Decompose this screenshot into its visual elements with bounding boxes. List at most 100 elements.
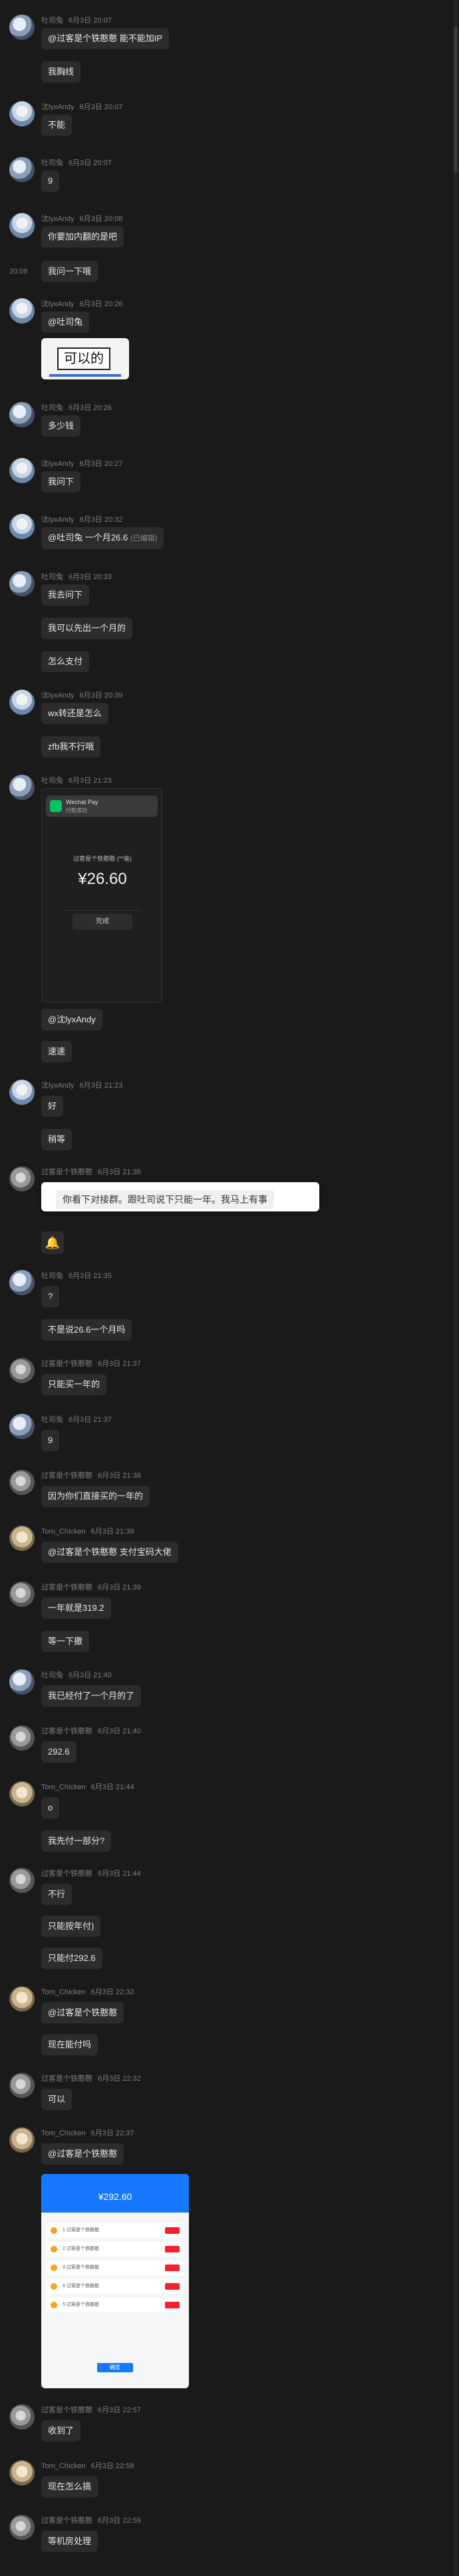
bell-icon[interactable]: 🔔 (41, 1231, 64, 1254)
message-bubble[interactable]: 稍等 (41, 1129, 73, 1150)
message-bubble[interactable]: 不行 (41, 1884, 73, 1905)
message-bubble[interactable]: ? (41, 1286, 60, 1307)
sender-name: 吐司兔 (41, 159, 63, 167)
avatar[interactable] (9, 1414, 35, 1439)
avatar[interactable] (9, 1470, 35, 1495)
message-bubble[interactable]: 可以 (41, 2089, 73, 2110)
message-bubble[interactable]: @过客是个铁憨憨 支付宝码大佬 (41, 1542, 178, 1563)
message-meta: Tom_Chicken 6月3日 22:32 (41, 1986, 134, 1997)
avatar[interactable] (9, 2404, 35, 2430)
sender-name: Tom_Chicken (41, 1528, 86, 1536)
edited-tag: (已编辑) (130, 535, 158, 542)
avatar[interactable] (9, 2515, 35, 2540)
message-bubble[interactable]: 我胸线 (41, 61, 81, 83)
message-time: 6月3日 22:57 (98, 2406, 141, 2414)
message-bubble[interactable]: 只能付292.6 (41, 1948, 102, 1969)
message-bubble[interactable]: 现在能付吗 (41, 2034, 98, 2055)
message-meta: 吐司兔 6月3日 21:23 (41, 775, 112, 785)
message-time: 6月3日 21:37 (98, 1360, 141, 1368)
message-bubble[interactable]: 速速 (41, 1041, 73, 1062)
message-bubble[interactable]: 多少钱 (41, 415, 81, 437)
message-bubble[interactable]: 我去问下 (41, 584, 90, 606)
message-bubble[interactable]: 一年就是319.2 (41, 1598, 111, 1619)
message-bubble[interactable]: 我问一下哦 (41, 261, 98, 282)
message-bubble[interactable]: 不能 (41, 114, 73, 136)
sender-name: Tom_Chicken (41, 1988, 86, 1996)
message-meta: 过客是个铁憨憨 6月3日 21:37 (41, 1358, 141, 1369)
message-bubble[interactable]: 因为你们直接买的一年的 (41, 1486, 150, 1507)
message-bubble[interactable]: 怎么支付 (41, 651, 90, 672)
avatar[interactable] (9, 514, 35, 539)
avatar[interactable] (9, 458, 35, 483)
message-bubble[interactable]: o (41, 1797, 60, 1819)
avatar[interactable] (9, 1080, 35, 1105)
avatar[interactable] (9, 402, 35, 427)
sender-name: 吐司兔 (41, 1272, 63, 1280)
row-status-tag (165, 2264, 180, 2271)
notification-subtitle: 付款成功 (66, 807, 87, 813)
message-bubble[interactable]: 不是说26.6一个月吗 (41, 1319, 132, 1341)
message-bubble[interactable]: 9 (41, 1430, 60, 1451)
avatar[interactable] (9, 101, 35, 126)
message-bubble[interactable]: @过客是个铁憨憨 能不能加IP (41, 28, 170, 49)
message-bubble[interactable]: @吐司兔 (41, 312, 90, 333)
message-bubble[interactable]: 我已经付了一个月的了 (41, 1685, 142, 1707)
message-meta: 过客是个铁憨憨 6月3日 21:39 (41, 1582, 141, 1592)
sender-name: 过客是个铁憨憨 (41, 1727, 92, 1735)
message-bubble[interactable]: wx转还是怎么 (41, 703, 108, 724)
message-bubble[interactable]: 等机房处理 (41, 2531, 98, 2552)
avatar[interactable] (9, 157, 35, 182)
avatar[interactable] (9, 1582, 35, 1607)
avatar[interactable] (9, 1669, 35, 1695)
avatar[interactable] (9, 1781, 35, 1807)
avatar[interactable] (9, 2073, 35, 2098)
message-bubble[interactable]: 你要加内翻的是吧 (41, 226, 124, 248)
payee-name: 过客是个铁憨憨 (**毫) (73, 855, 132, 862)
message-time: 6月3日 21:35 (69, 1272, 112, 1280)
message-bubble[interactable]: @吐司兔 一个月26.6 (已编辑) (41, 527, 164, 549)
chat-scrollbar-thumb[interactable] (454, 27, 458, 173)
message-bubble[interactable]: 我问下 (41, 471, 81, 493)
quoted-message-card[interactable]: 你看下对接群。跟吐司说下只能一年。我马上有事 (41, 1182, 319, 1211)
message-bubble[interactable]: @沈lyxAndy (41, 1009, 102, 1030)
avatar[interactable] (9, 775, 35, 800)
message-bubble[interactable]: 292.6 (41, 1741, 76, 1763)
message-time: 6月3日 21:23 (79, 1082, 123, 1090)
avatar[interactable] (9, 571, 35, 596)
message-meta: 过客是个铁憨憨 6月3日 21:44 (41, 1868, 141, 1878)
avatar[interactable] (9, 15, 35, 40)
message-bubble[interactable]: 我可以先出一个月的 (41, 618, 133, 639)
avatar[interactable] (9, 1725, 35, 1751)
avatar[interactable] (9, 213, 35, 238)
avatar[interactable] (9, 1270, 35, 1295)
message-bubble[interactable]: 好 (41, 1096, 64, 1117)
chat-scrollbar-track[interactable] (454, 0, 458, 2576)
avatar[interactable] (9, 2127, 35, 2153)
message-bubble[interactable]: 等一下撒 (41, 1631, 90, 1652)
payment-screenshot-2[interactable]: ¥292.60 1 过客是个铁憨憨 2 过客是个铁憨憨 3 过客是个铁憨憨 4 过客是… (41, 2174, 189, 2388)
message-time: 6月3日 21:23 (69, 777, 112, 785)
message-meta: 吐司兔 6月3日 21:37 (41, 1414, 112, 1424)
avatar[interactable] (9, 1526, 35, 1551)
avatar[interactable] (9, 2460, 35, 2485)
message-bubble[interactable]: 现在怎么搞 (41, 2476, 98, 2497)
payment-amount: ¥26.60 (78, 870, 127, 888)
payment-screenshot[interactable]: Wechat Pay 付款成功 过客是个铁憨憨 (**毫) ¥26.60 完成 (41, 788, 162, 1002)
message-bubble[interactable]: 9 (41, 170, 60, 192)
message-bubble[interactable]: 收到了 (41, 2420, 81, 2442)
avatar[interactable] (9, 1166, 35, 1191)
message-bubble[interactable]: @过客是个铁憨憨 (41, 2143, 124, 2165)
avatar[interactable] (9, 1868, 35, 1893)
message-bubble[interactable]: 只能按年付) (41, 1916, 101, 1937)
avatar[interactable] (9, 690, 35, 715)
sender-name: Tom_Chicken (41, 1783, 86, 1791)
image-message[interactable]: 可以的 (41, 338, 129, 379)
message-bubble[interactable]: zfb我不行哦 (41, 736, 101, 757)
avatar[interactable] (9, 298, 35, 323)
message-bubble[interactable]: @过客是个铁憨憨 (41, 2002, 124, 2024)
avatar[interactable] (9, 1358, 35, 1383)
avatar[interactable] (9, 1986, 35, 2012)
message-bubble[interactable]: 只能买一年的 (41, 1374, 107, 1395)
message-time: 6月3日 22:58 (90, 2462, 134, 2470)
message-bubble[interactable]: 我先付一部分? (41, 1830, 112, 1852)
